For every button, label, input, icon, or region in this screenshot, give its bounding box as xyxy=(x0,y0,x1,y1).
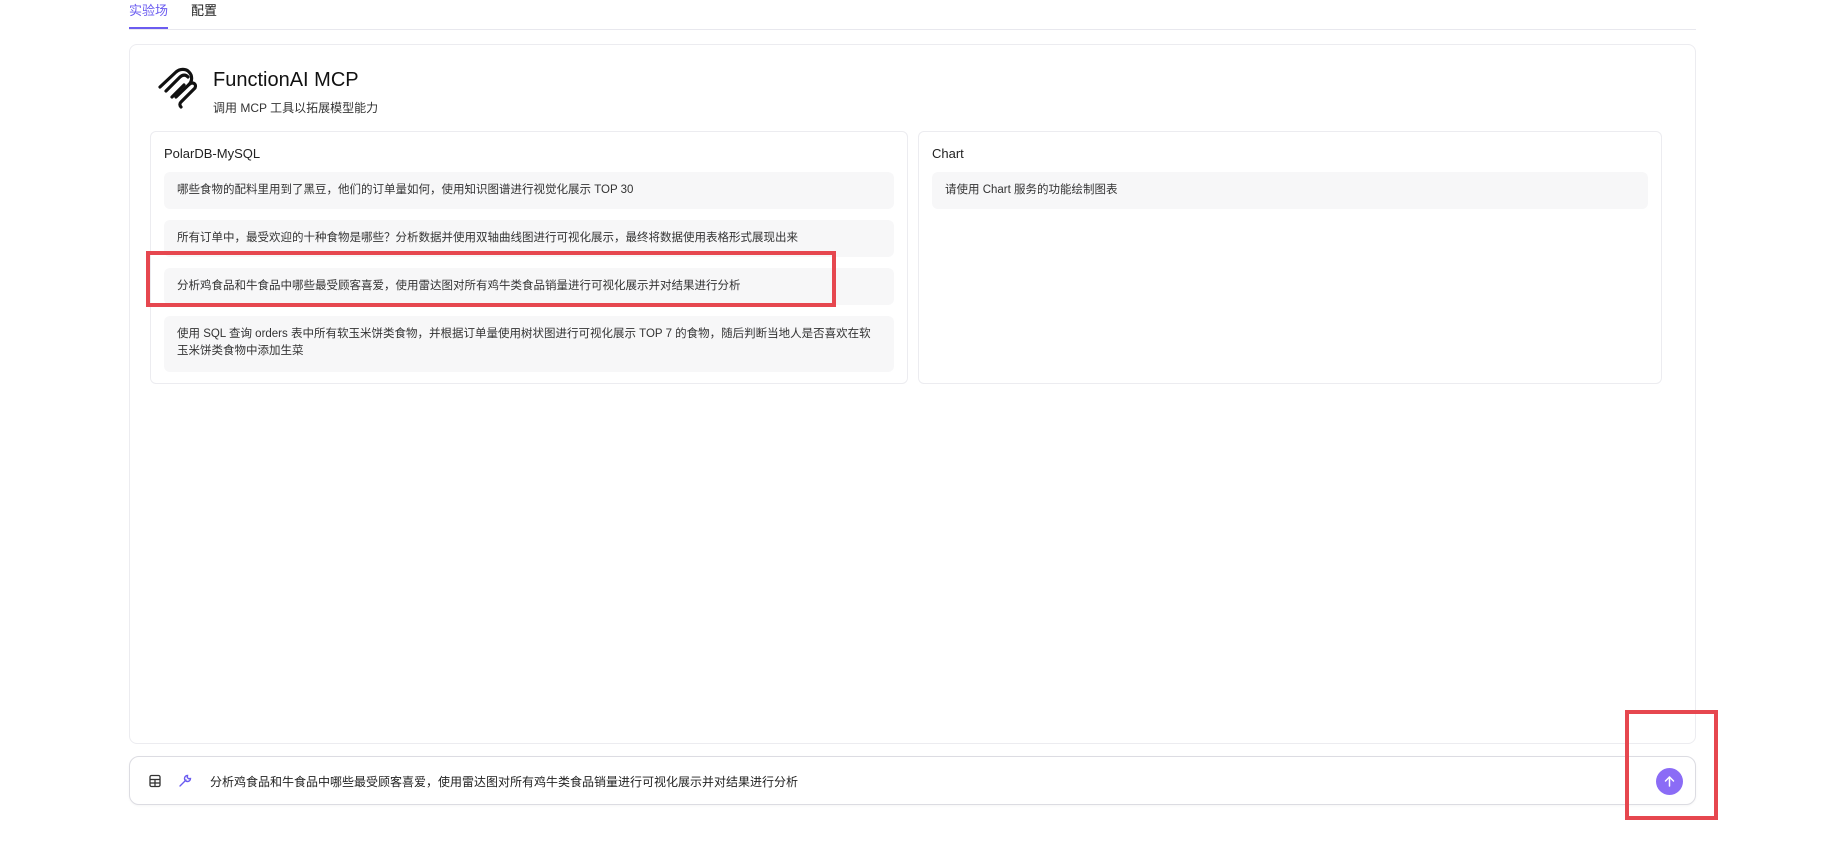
prompt-suggestion[interactable]: 所有订单中，最受欢迎的十种食物是哪些？分析数据并使用双轴曲线图进行可视化展示，最… xyxy=(164,220,894,257)
app-root: 实验场 配置 FunctionAI MCP 调用 MCP 工具以拓展模型能力 P… xyxy=(0,0,1845,845)
prompt-suggestion[interactable]: 哪些食物的配料里用到了黑豆，他们的订单量如何，使用知识图谱进行视觉化展示 TOP… xyxy=(164,172,894,209)
tab-bar: 实验场 配置 xyxy=(129,0,1696,30)
tab-config[interactable]: 配置 xyxy=(191,2,217,27)
page-subtitle: 调用 MCP 工具以拓展模型能力 xyxy=(213,101,379,115)
database-icon[interactable] xyxy=(147,773,163,789)
arrow-up-icon xyxy=(1664,776,1675,787)
playground-card: FunctionAI MCP 调用 MCP 工具以拓展模型能力 PolarDB-… xyxy=(129,44,1696,744)
prompt-suggestion[interactable]: 使用 SQL 查询 orders 表中所有软玉米饼类食物，并根据订单量使用树状图… xyxy=(164,316,894,372)
mcp-logo-icon xyxy=(158,67,198,109)
chat-input-bar xyxy=(129,756,1696,805)
tab-playground[interactable]: 实验场 xyxy=(129,2,169,29)
prompt-suggestion[interactable]: 请使用 Chart 服务的功能绘制图表 xyxy=(932,172,1648,209)
server-panel-chart: Chart 请使用 Chart 服务的功能绘制图表 xyxy=(918,131,1662,384)
server-panel-polardb: PolarDB-MySQL 哪些食物的配料里用到了黑豆，他们的订单量如何，使用知… xyxy=(150,131,908,384)
prompt-suggestion[interactable]: 分析鸡食品和牛食品中哪些最受顾客喜爱，使用雷达图对所有鸡牛类食品销量进行可视化展… xyxy=(164,268,894,305)
page-title: FunctionAI MCP xyxy=(213,69,359,91)
send-button[interactable] xyxy=(1656,768,1683,795)
server-name: Chart xyxy=(932,146,964,161)
wrench-icon[interactable] xyxy=(177,773,193,789)
server-name: PolarDB-MySQL xyxy=(164,146,261,161)
chat-input[interactable] xyxy=(205,769,1595,793)
